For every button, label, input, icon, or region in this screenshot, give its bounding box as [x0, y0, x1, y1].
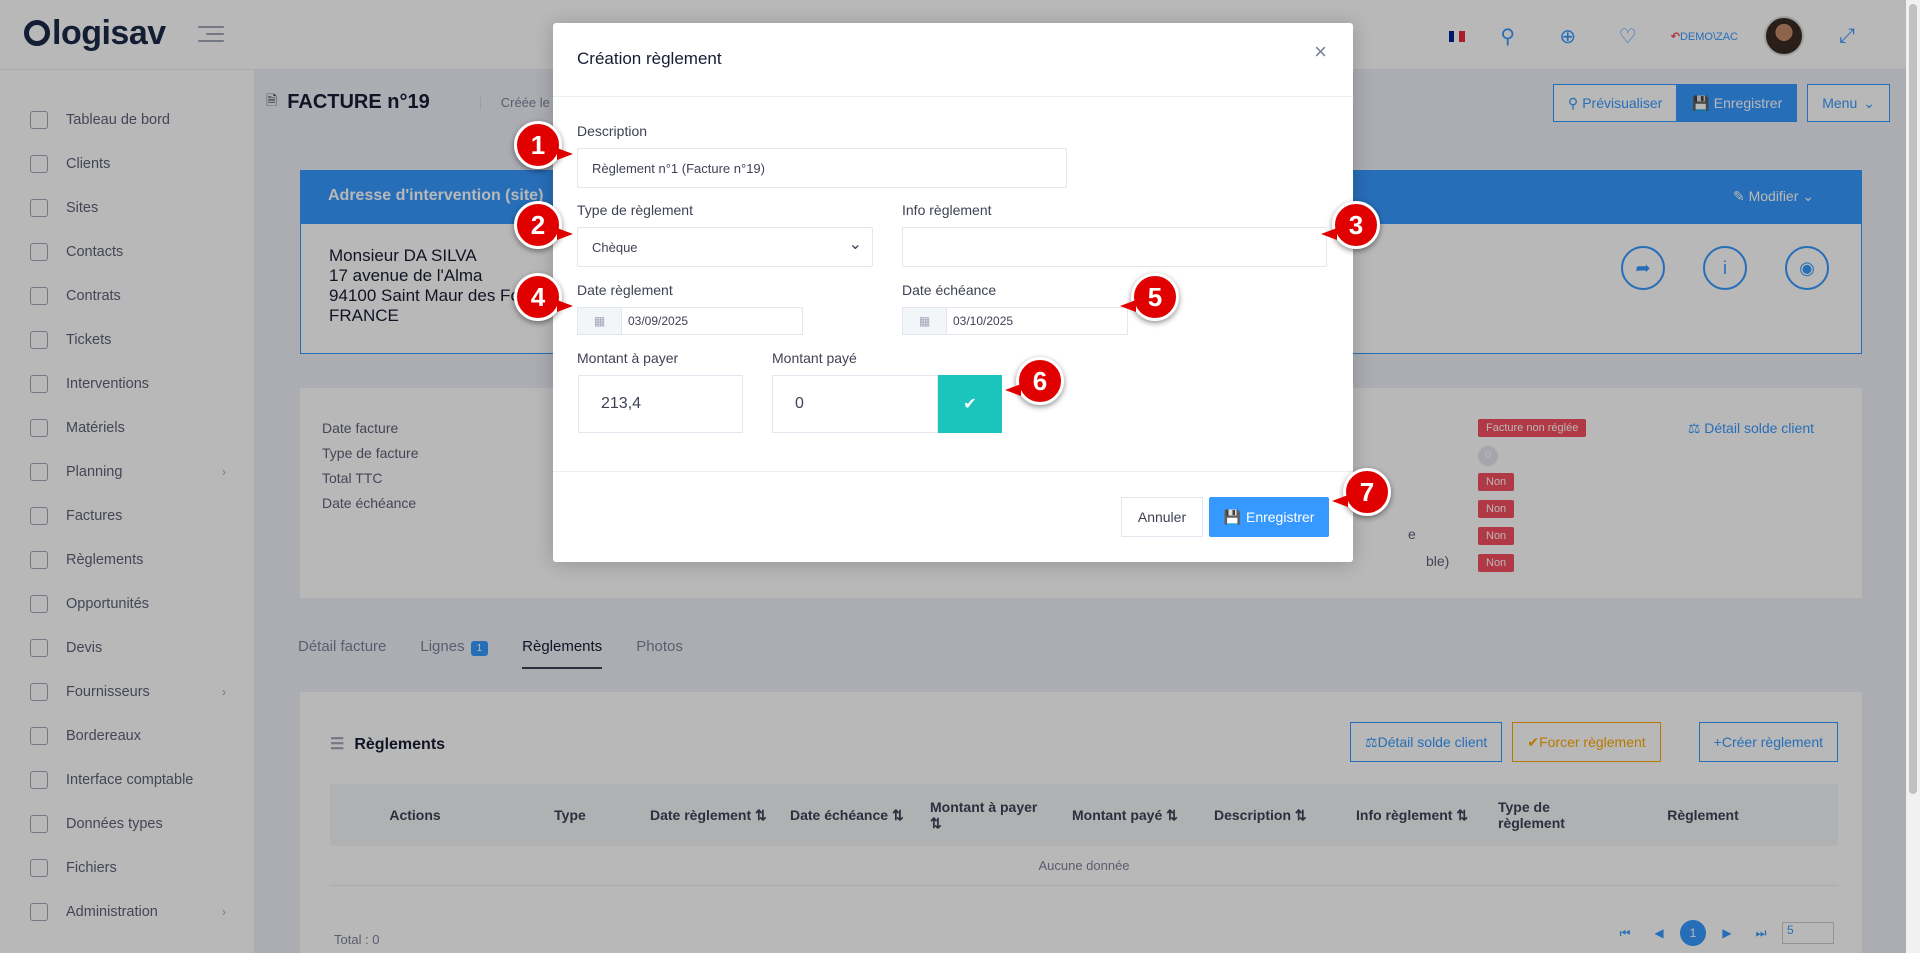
callout-marker: 5: [1120, 273, 1179, 321]
confirm-amount-button[interactable]: ✔: [938, 375, 1002, 433]
callout-tail: [557, 300, 573, 312]
callout-marker: 4: [514, 273, 573, 321]
description-input[interactable]: Règlement n°1 (Facture n°19): [577, 148, 1067, 188]
create-payment-modal: Création règlement × Description Règleme…: [553, 23, 1353, 562]
description-label: Description: [577, 123, 648, 139]
callout-marker: 2: [514, 201, 573, 249]
check-icon: ✔: [963, 396, 977, 413]
callout-number: 4: [530, 281, 546, 312]
callout-marker: 6: [1005, 357, 1064, 405]
amount-due-label: Montant à payer: [577, 350, 679, 366]
amount-due-input[interactable]: 213,4: [578, 375, 743, 433]
payment-date-value: 03/09/2025: [628, 314, 689, 328]
calendar-icon: ▦: [903, 308, 947, 334]
callout-number: 3: [1348, 209, 1364, 240]
amount-paid-label: Montant payé: [772, 350, 857, 366]
callout-number: 1: [530, 129, 546, 160]
amount-paid-input[interactable]: 0: [772, 375, 938, 433]
callout-number: 2: [530, 209, 546, 240]
save-icon: 💾: [1223, 508, 1241, 525]
scrollbar-thumb[interactable]: [1909, 4, 1917, 794]
callout-tail: [1120, 300, 1136, 312]
modal-divider: [553, 96, 1353, 97]
modal-title: Création règlement: [577, 49, 722, 68]
callout-tail: [1005, 384, 1021, 396]
callout-marker: 7: [1332, 468, 1391, 516]
payment-type-select[interactable]: Chèque: [577, 227, 873, 267]
callout-tail: [1332, 495, 1348, 507]
payment-type-value: Chèque: [592, 239, 638, 255]
callout-number: 6: [1032, 365, 1048, 396]
payment-date-input[interactable]: ▦ 03/09/2025: [577, 307, 803, 335]
close-icon[interactable]: ×: [1314, 39, 1327, 65]
save-button[interactable]: 💾 Enregistrer: [1209, 497, 1329, 537]
payment-type-label: Type de règlement: [577, 202, 693, 218]
due-date-value: 03/10/2025: [953, 314, 1014, 328]
payment-date-label: Date règlement: [577, 282, 673, 298]
payment-info-label: Info règlement: [902, 202, 992, 218]
callout-tail: [557, 148, 573, 160]
callout-tail: [1321, 228, 1337, 240]
payment-info-input[interactable]: [902, 227, 1327, 267]
due-date-label: Date échéance: [902, 282, 997, 298]
due-date-input[interactable]: ▦ 03/10/2025: [902, 307, 1128, 335]
modal-divider: [553, 471, 1353, 472]
callout-tail: [557, 228, 573, 240]
callout-marker: 1: [514, 121, 573, 169]
callout-number: 5: [1147, 281, 1163, 312]
save-button-label: Enregistrer: [1245, 509, 1315, 525]
callout-number: 7: [1359, 476, 1375, 507]
cancel-button[interactable]: Annuler: [1121, 497, 1203, 537]
callout-marker: 3: [1321, 201, 1380, 249]
page-scrollbar[interactable]: [1906, 0, 1920, 953]
calendar-icon: ▦: [578, 308, 622, 334]
